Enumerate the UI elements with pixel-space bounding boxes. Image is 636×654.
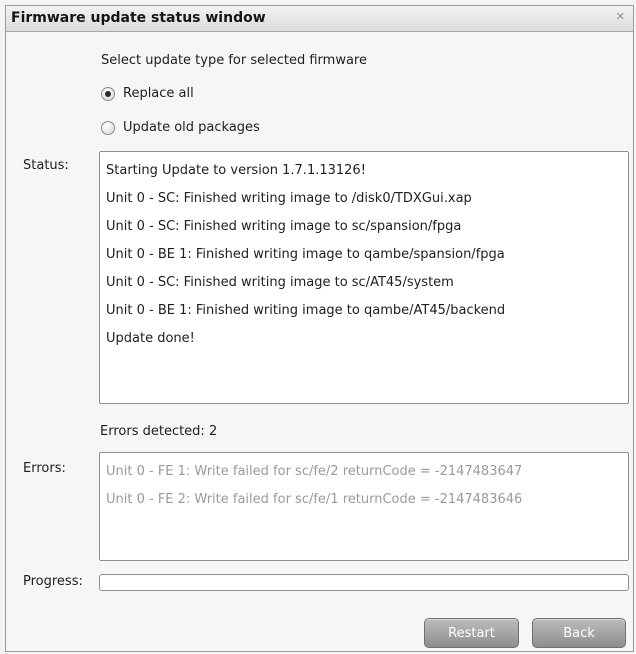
status-label: Status: [23,158,69,173]
update-type-prompt: Select update type for selected firmware [101,53,367,68]
errors-detected-summary: Errors detected: 2 [100,424,218,439]
title-bar: Firmware update status window ✕ [6,6,633,32]
radio-replace-all-label: Replace all [123,86,194,101]
status-line: Unit 0 - BE 1: Finished writing image to… [106,247,505,262]
status-line: Unit 0 - SC: Finished writing image to s… [106,219,462,234]
window-title: Firmware update status window [11,10,266,26]
status-log[interactable]: Starting Update to version 1.7.1.13126! … [99,151,629,404]
status-line: Starting Update to version 1.7.1.13126! [106,163,366,178]
radio-update-old-packages-label: Update old packages [123,120,260,135]
radio-button[interactable] [101,121,115,135]
progress-bar [99,574,629,591]
status-line: Unit 0 - BE 1: Finished writing image to… [106,303,506,318]
status-line: Unit 0 - SC: Finished writing image to /… [106,191,472,206]
back-button[interactable]: Back [532,618,626,648]
status-line: Unit 0 - SC: Finished writing image to s… [106,275,454,290]
firmware-update-window: Firmware update status window ✕ Select u… [5,5,634,652]
errors-label: Errors: [23,461,66,476]
errors-log[interactable]: Unit 0 - FE 1: Write failed for sc/fe/2 … [99,452,629,561]
status-line: Update done! [106,331,195,346]
progress-label: Progress: [23,574,83,589]
restart-button[interactable]: Restart [424,618,519,648]
error-line: Unit 0 - FE 1: Write failed for sc/fe/2 … [106,464,523,479]
error-line: Unit 0 - FE 2: Write failed for sc/fe/1 … [106,492,523,507]
close-icon[interactable]: ✕ [616,10,625,23]
radio-button-selected[interactable] [101,87,115,101]
